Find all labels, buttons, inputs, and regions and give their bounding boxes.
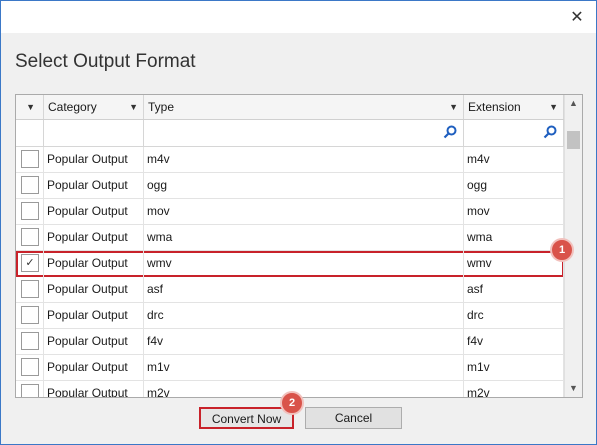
convert-now-button[interactable]: Convert Now [199, 407, 294, 429]
row-select-cell [16, 381, 44, 397]
extension-cell: drc [464, 303, 564, 329]
filter-cell-select [16, 120, 44, 146]
chevron-down-icon[interactable]: ▼ [449, 95, 458, 119]
row-select-cell [16, 277, 44, 303]
type-cell: wmv [144, 251, 464, 277]
column-header-category[interactable]: Category ▼ [44, 95, 144, 119]
extension-cell: wma [464, 225, 564, 251]
category-cell: Popular Output [44, 329, 144, 355]
search-icon[interactable] [543, 125, 557, 139]
table-row[interactable]: Popular Output asf asf [16, 277, 564, 303]
extension-cell: ogg [464, 173, 564, 199]
row-checkbox[interactable] [21, 176, 39, 194]
title-bar: ✕ [1, 1, 596, 33]
extension-cell: m1v [464, 355, 564, 381]
row-select-cell: ✓ [16, 251, 44, 277]
dialog-title: Select Output Format [15, 51, 196, 72]
type-cell: m4v [144, 147, 464, 173]
type-cell: ogg [144, 173, 464, 199]
extension-cell: m2v [464, 381, 564, 397]
row-select-cell [16, 355, 44, 381]
dialog-window: ✕ Select Output Format ▼ Category ▼ Type… [0, 0, 597, 445]
scroll-down-icon[interactable]: ▼ [565, 380, 582, 397]
row-checkbox[interactable] [21, 384, 39, 397]
grid-header: ▼ Category ▼ Type ▼ Extension ▼ [16, 95, 564, 120]
type-cell: m2v [144, 381, 464, 397]
table-row[interactable]: Popular Output mov mov [16, 199, 564, 225]
extension-cell: f4v [464, 329, 564, 355]
column-header-label: Extension [468, 100, 521, 114]
filter-cell-category[interactable] [44, 120, 144, 146]
category-cell: Popular Output [44, 303, 144, 329]
chevron-down-icon[interactable]: ▼ [549, 95, 558, 119]
chevron-down-icon[interactable]: ▼ [26, 95, 35, 119]
column-header-label: Category [48, 100, 97, 114]
row-select-cell [16, 173, 44, 199]
type-cell: f4v [144, 329, 464, 355]
category-cell: Popular Output [44, 147, 144, 173]
table-row[interactable]: Popular Output wma wma [16, 225, 564, 251]
row-checkbox[interactable] [21, 306, 39, 324]
row-select-cell [16, 303, 44, 329]
row-select-cell [16, 147, 44, 173]
column-header-type[interactable]: Type ▼ [144, 95, 464, 119]
chevron-down-icon[interactable]: ▼ [129, 95, 138, 119]
table-row[interactable]: Popular Output ogg ogg [16, 173, 564, 199]
category-cell: Popular Output [44, 225, 144, 251]
type-cell: m1v [144, 355, 464, 381]
column-header-label: Type [148, 100, 175, 114]
row-select-cell [16, 225, 44, 251]
scrollbar-thumb[interactable] [567, 131, 580, 149]
row-checkbox[interactable] [21, 280, 39, 298]
filter-cell-extension[interactable] [464, 120, 564, 146]
table-row[interactable]: Popular Output f4v f4v [16, 329, 564, 355]
extension-cell: asf [464, 277, 564, 303]
type-cell: drc [144, 303, 464, 329]
row-checkbox[interactable] [21, 202, 39, 220]
extension-cell: m4v [464, 147, 564, 173]
cancel-button[interactable]: Cancel [305, 407, 402, 429]
format-grid: ▼ Category ▼ Type ▼ Extension ▼ Popular … [15, 94, 583, 398]
category-cell: Popular Output [44, 199, 144, 225]
extension-cell: wmv [464, 251, 564, 277]
step-badge-1: 1 [550, 238, 574, 262]
search-icon[interactable] [443, 125, 457, 139]
filter-row [16, 120, 564, 147]
row-checkbox[interactable] [21, 150, 39, 168]
category-cell: Popular Output [44, 381, 144, 397]
category-cell: Popular Output [44, 355, 144, 381]
table-row[interactable]: Popular Output m4v m4v [16, 147, 564, 173]
table-row[interactable]: ✓ Popular Output wmv wmv [16, 251, 564, 277]
category-cell: Popular Output [44, 173, 144, 199]
category-cell: Popular Output [44, 277, 144, 303]
type-cell: asf [144, 277, 464, 303]
step-badge-2: 2 [280, 391, 304, 415]
scroll-up-icon[interactable]: ▲ [565, 95, 582, 112]
close-icon[interactable]: ✕ [568, 9, 586, 27]
row-checkbox[interactable] [21, 332, 39, 350]
column-header-select[interactable]: ▼ [16, 95, 44, 119]
type-cell: wma [144, 225, 464, 251]
column-header-extension[interactable]: Extension ▼ [464, 95, 564, 119]
row-checkbox[interactable] [21, 228, 39, 246]
type-cell: mov [144, 199, 464, 225]
filter-cell-type[interactable] [144, 120, 464, 146]
row-checkbox[interactable] [21, 358, 39, 376]
table-row[interactable]: Popular Output m1v m1v [16, 355, 564, 381]
extension-cell: mov [464, 199, 564, 225]
table-row[interactable]: Popular Output drc drc [16, 303, 564, 329]
row-select-cell [16, 329, 44, 355]
row-select-cell [16, 199, 44, 225]
row-checkbox[interactable]: ✓ [21, 254, 39, 272]
category-cell: Popular Output [44, 251, 144, 277]
